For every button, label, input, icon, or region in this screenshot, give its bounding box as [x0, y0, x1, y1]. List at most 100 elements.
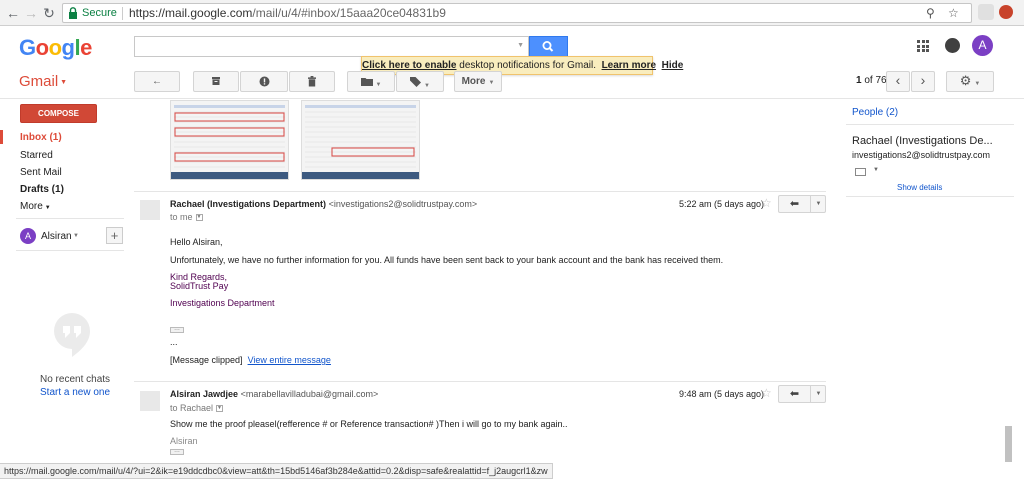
more-message-options-button[interactable]: ▼ [812, 386, 825, 402]
sidebar-item-inbox[interactable]: Inbox (1) [20, 132, 62, 143]
message-divider [134, 381, 826, 382]
show-trimmed-content-button[interactable]: … [170, 326, 184, 333]
chevron-down-icon: ▼ [44, 205, 51, 211]
chevron-down-icon: ▼ [424, 83, 430, 89]
contact-email: investigations2@solidtrustpay.com [852, 150, 991, 160]
star-icon[interactable]: ☆ [761, 386, 772, 400]
learn-more-link[interactable]: Learn more [602, 60, 656, 71]
chevron-down-icon[interactable]: ▼ [873, 167, 879, 173]
sidebar-item-more[interactable]: More ▼ [20, 201, 51, 212]
labels-button[interactable]: ▼ [396, 71, 444, 92]
reload-icon[interactable]: ↻ [40, 4, 58, 22]
search-button[interactable] [529, 36, 568, 57]
apps-grid-icon[interactable] [917, 40, 929, 52]
new-chat-button[interactable]: + [106, 227, 123, 244]
chevron-down-icon: ▼ [974, 81, 981, 87]
report-spam-button[interactable] [240, 71, 288, 92]
hide-notification-link[interactable]: Hide [662, 60, 684, 71]
show-details-link[interactable]: Show details [897, 183, 942, 192]
sidebar-more-label: More [20, 201, 43, 212]
back-to-inbox-button[interactable]: ← [134, 71, 180, 92]
older-button[interactable]: › [911, 71, 935, 92]
chevron-down-icon: ▼ [488, 80, 495, 86]
sidebar-item-sent[interactable]: Sent Mail [20, 167, 62, 178]
mail-icon[interactable] [855, 168, 866, 176]
url-text[interactable]: https://mail.google.com/mail/u/4/#inbox/… [129, 6, 446, 20]
recipient-line: to Rachael ▼ [170, 403, 224, 413]
search-options-icon[interactable]: ▼ [517, 42, 524, 49]
search-input[interactable]: ▼ [134, 36, 529, 57]
page-scrollbar-thumb[interactable] [1005, 426, 1012, 462]
message-time: 9:48 am (5 days ago) [679, 389, 765, 399]
url-path: /mail/u/4/#inbox/15aaa20ce04831b9 [252, 6, 446, 20]
google-logo[interactable]: Google [19, 35, 92, 61]
newer-button[interactable]: ‹ [886, 71, 910, 92]
forward-arrow-icon[interactable]: → [22, 4, 40, 22]
show-trimmed-content-button[interactable]: … [170, 448, 184, 455]
reply-button[interactable]: ⬅ [779, 196, 811, 212]
hangouts-avatar[interactable]: A [20, 228, 36, 244]
sidebar-divider [16, 250, 124, 251]
more-message-options-button[interactable]: ▼ [812, 196, 825, 212]
search-icon [542, 41, 554, 52]
enable-notifications-link[interactable]: Click here to enable [362, 60, 456, 71]
people-divider [846, 124, 1014, 125]
star-icon[interactable]: ☆ [761, 196, 772, 210]
sidebar-item-drafts[interactable]: Drafts (1) [20, 184, 64, 195]
sender-avatar [140, 200, 160, 220]
spreadsheet-preview-image [302, 101, 419, 179]
start-new-chat-link[interactable]: Start a new one [40, 387, 110, 398]
reply-icon: ⬅ [789, 388, 800, 400]
notifications-icon[interactable] [945, 38, 960, 53]
pdf-extension-icon[interactable] [978, 4, 994, 20]
sidebar-item-starred[interactable]: Starred [20, 150, 53, 161]
sender-avatar [140, 391, 160, 411]
chevron-down-icon: ▼ [815, 201, 822, 207]
view-entire-message-link[interactable]: View entire message [248, 355, 331, 365]
folder-icon [360, 78, 373, 86]
chevron-down-icon: ▼ [375, 82, 382, 88]
reply-button-group: ⬅ ▼ [778, 385, 826, 403]
message-sender[interactable]: Alsiran Jawdjee <marabellavilladubai@gma… [170, 389, 378, 399]
contact-name[interactable]: Rachael (Investigations De... [852, 135, 993, 147]
zoom-icon[interactable]: ⚲ [926, 6, 935, 20]
message-divider [134, 191, 826, 192]
compose-button[interactable]: COMPOSE [20, 104, 97, 123]
people-header[interactable]: People (2) [852, 107, 898, 118]
message-sender[interactable]: Rachael (Investigations Department) <inv… [170, 199, 477, 209]
account-avatar[interactable]: A [972, 35, 993, 56]
label-icon [410, 77, 422, 87]
settings-button[interactable]: ⚙ ▼ [946, 71, 994, 92]
message-time: 5:22 am (5 days ago) [679, 199, 765, 209]
signature-line: SolidTrust Pay [170, 281, 229, 291]
hangouts-bubble-icon [54, 313, 90, 357]
gmail-app-menu[interactable]: Gmail ▼ [19, 73, 67, 90]
reply-icon: ⬅ [789, 198, 800, 210]
archive-button[interactable] [193, 71, 239, 92]
hangouts-user-name[interactable]: Alsiran [41, 231, 72, 242]
delete-button[interactable] [289, 71, 335, 92]
extension-icon[interactable] [999, 5, 1013, 19]
recipient-details-icon[interactable]: ▼ [195, 214, 203, 222]
reply-button-group: ⬅ ▼ [778, 195, 826, 213]
message-body: Show me the proof pleasel(refference # o… [170, 419, 568, 429]
url-separator [122, 7, 123, 20]
signature-line: Investigations Department [170, 298, 275, 308]
chevron-down-icon: ▼ [60, 78, 68, 86]
message-clipped-line: [Message clipped] View entire message [170, 355, 331, 365]
move-to-button[interactable]: ▼ [347, 71, 395, 92]
back-arrow-icon[interactable]: ← [4, 4, 22, 22]
chevron-down-icon[interactable]: ▼ [73, 233, 79, 239]
more-actions-button[interactable]: More ▼ [454, 71, 502, 92]
address-bar[interactable]: Secure https://mail.google.com/mail/u/4/… [62, 3, 972, 23]
attachment-thumbnail[interactable] [301, 100, 420, 180]
active-nav-indicator [0, 130, 3, 144]
message-greeting: Hello Alsiran, [170, 237, 223, 247]
attachment-thumbnail[interactable] [170, 100, 289, 180]
bookmark-star-icon[interactable]: ☆ [948, 6, 959, 20]
notification-text: desktop notifications for Gmail. [456, 60, 596, 71]
recipient-details-icon[interactable]: ▼ [216, 405, 224, 413]
sidebar-divider [16, 218, 124, 219]
gear-icon: ⚙ [959, 73, 972, 88]
reply-button[interactable]: ⬅ [779, 386, 811, 402]
